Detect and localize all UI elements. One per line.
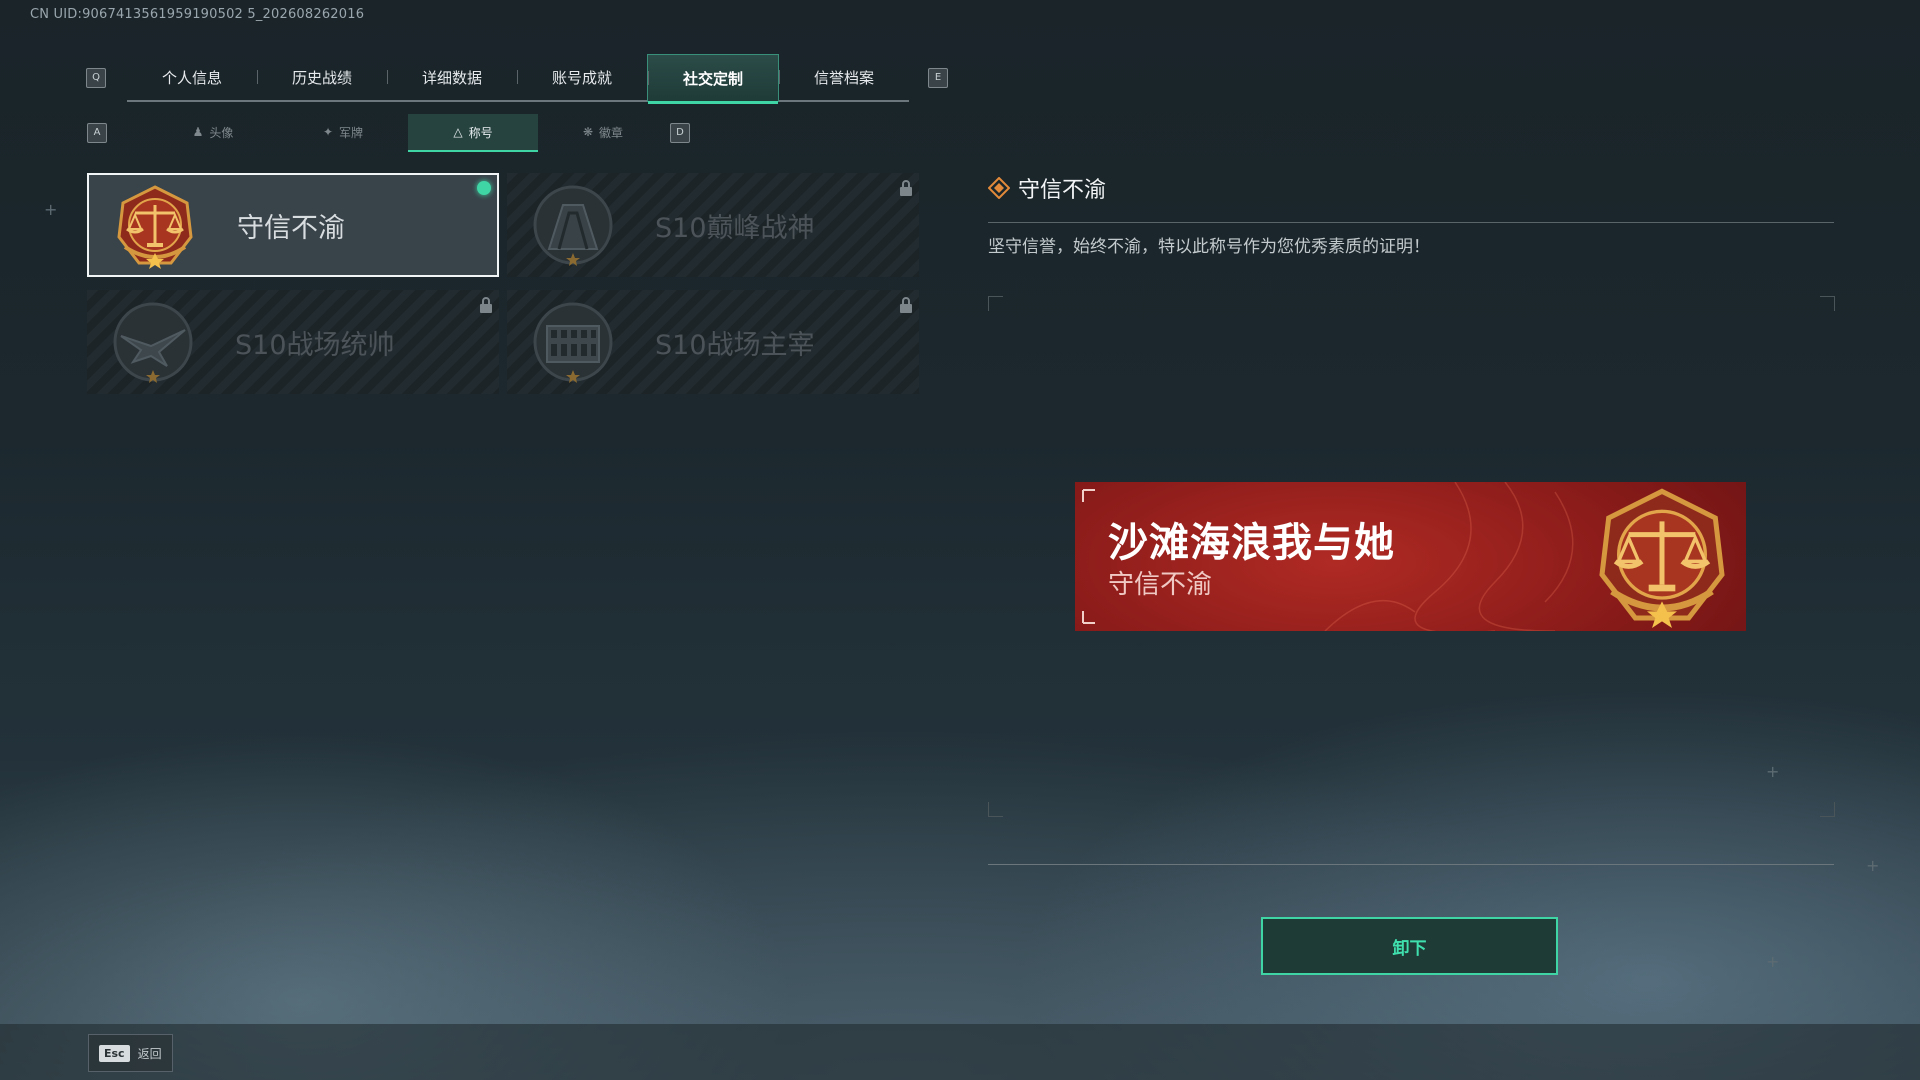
peak-icon <box>533 185 613 266</box>
subtab-dogtag-label: 军牌 <box>339 125 364 140</box>
player-title: 守信不渝 <box>1108 570 1213 600</box>
subtab-badge[interactable]: ❋ 徽章 <box>538 114 668 150</box>
divider <box>988 864 1834 865</box>
title-name: 守信不渝 <box>237 212 345 244</box>
lock-icon <box>480 297 492 313</box>
player-name: 沙滩海浪我与她 <box>1108 520 1395 566</box>
tab-history[interactable]: 历史战绩 <box>257 54 387 100</box>
subtab-title[interactable]: △ 称号 <box>408 114 538 152</box>
subtab-title-label: 称号 <box>468 125 493 140</box>
person-icon: ♟ <box>192 125 204 139</box>
frame-corner <box>1820 802 1835 817</box>
title-name: S10巅峰战神 <box>655 212 815 244</box>
subtab-dogtag[interactable]: ✦ 军牌 <box>278 114 408 150</box>
back-button[interactable]: Esc 返回 <box>88 1034 173 1072</box>
dogtag-icon: ✦ <box>322 125 334 139</box>
uid-label: CN UID:9067413561959190502 5_20260826201… <box>30 7 365 22</box>
crosshair-decoration: + <box>44 200 58 219</box>
wings-icon: ❋ <box>582 125 594 139</box>
frame-corner <box>988 296 1003 311</box>
scales-icon <box>117 185 193 269</box>
back-label: 返回 <box>137 1046 162 1061</box>
tab-detailed-data[interactable]: 详细数据 <box>387 54 517 100</box>
next-tab-key[interactable]: E <box>928 68 948 88</box>
crosshair-decoration: + <box>1766 952 1780 971</box>
next-subtab-key[interactable]: D <box>670 123 690 143</box>
tab-credit-record[interactable]: 信誉档案 <box>779 54 909 100</box>
frame-corner <box>1820 296 1835 311</box>
eagle-icon <box>113 302 193 383</box>
scales-icon <box>1599 488 1725 628</box>
footer-bar <box>0 1024 1920 1080</box>
esc-key: Esc <box>99 1044 130 1062</box>
diamond-icon <box>988 177 1010 199</box>
lock-icon <box>900 297 912 313</box>
colosseum-icon <box>533 302 613 383</box>
title-card[interactable]: 守信不渝 <box>87 173 499 277</box>
divider <box>988 222 1834 223</box>
subtab-avatar-label: 头像 <box>209 125 234 140</box>
title-card[interactable]: S10巅峰战神 <box>507 173 919 277</box>
equipped-indicator <box>477 181 491 195</box>
title-card[interactable]: S10战场主宰 <box>507 290 919 394</box>
title-name: S10战场统帅 <box>235 329 395 361</box>
title-name: S10战场主宰 <box>655 329 815 361</box>
detail-title: 守信不渝 <box>1018 178 1107 203</box>
subtab-badge-label: 徽章 <box>599 125 624 140</box>
lock-icon <box>900 180 912 196</box>
detail-description: 坚守信誉，始终不渝，特以此称号作为您优秀素质的证明！ <box>988 237 1430 257</box>
title-card[interactable]: S10战场统帅 <box>87 290 499 394</box>
frame-corner <box>988 802 1003 817</box>
main-tabs: 个人信息 历史战绩 详细数据 账号成就 社交定制 信誉档案 <box>127 54 909 104</box>
tab-personal-info[interactable]: 个人信息 <box>127 54 257 100</box>
triangle-icon: △ <box>453 125 463 139</box>
prev-tab-key[interactable]: Q <box>86 68 106 88</box>
unequip-button[interactable]: 卸下 <box>1261 917 1558 975</box>
tab-achievements[interactable]: 账号成就 <box>517 54 647 100</box>
crosshair-decoration: + <box>1866 856 1880 875</box>
tab-social-custom[interactable]: 社交定制 <box>647 54 779 104</box>
subtab-avatar[interactable]: ♟ 头像 <box>148 114 278 150</box>
detail-header: 守信不渝 <box>988 172 1106 204</box>
crosshair-decoration: + <box>1766 762 1780 781</box>
sub-tabs: ♟ 头像 ✦ 军牌 △ 称号 ❋ 徽章 <box>148 114 668 152</box>
namecard-preview: 沙滩海浪我与她 守信不渝 <box>1075 482 1746 631</box>
prev-subtab-key[interactable]: A <box>87 123 107 143</box>
